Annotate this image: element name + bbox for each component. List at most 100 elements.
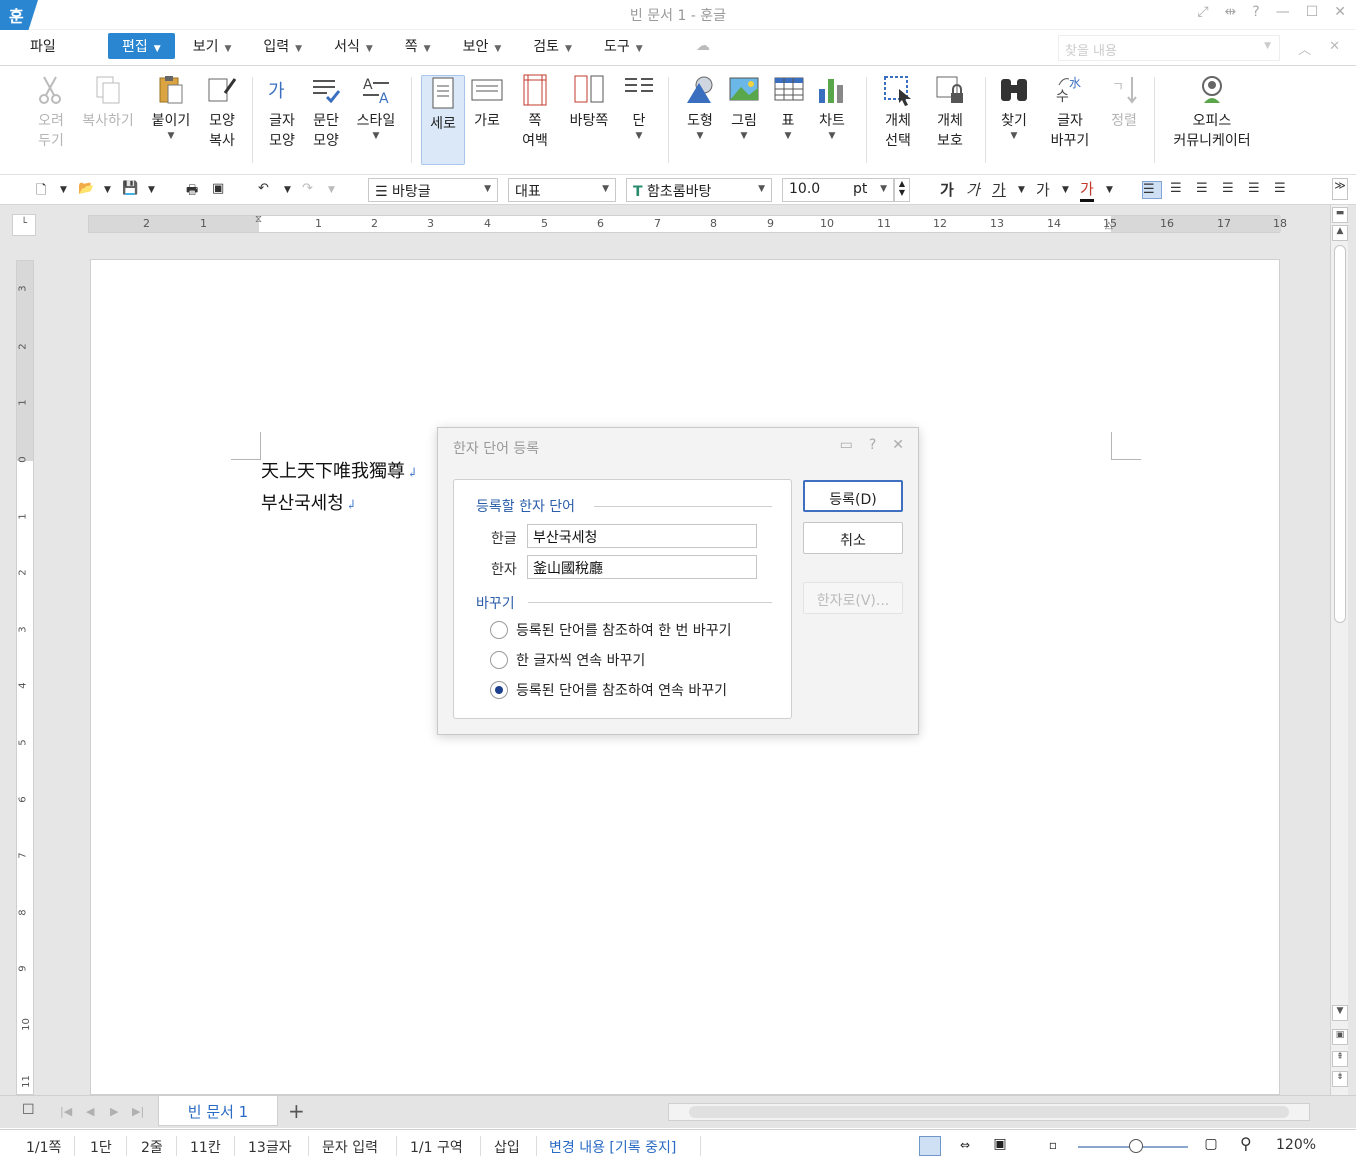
status-page[interactable]: 1/1쪽 (26, 1137, 61, 1157)
next-tab-icon[interactable]: ▶ (110, 1105, 118, 1118)
tab-document[interactable]: 빈 문서 1 (158, 1096, 278, 1126)
close-icon[interactable]: ✕ (1334, 4, 1346, 20)
prev-tab-icon[interactable]: ◀ (86, 1105, 94, 1118)
chevron-down-icon[interactable]: ▼ (328, 185, 335, 195)
close-icon[interactable]: ✕ (892, 437, 904, 453)
fit-width-icon[interactable]: ⇔ (954, 1136, 976, 1156)
maximize-icon[interactable]: ☐ (1306, 4, 1319, 20)
horizontal-ruler[interactable]: 2 1 1 2 3 4 5 6 7 8 9 10 11 12 13 14 15 … (88, 214, 1287, 233)
prev-page-icon[interactable]: ⇞ (1332, 1051, 1348, 1067)
chart-button[interactable]: 차트 ▼ (814, 73, 850, 141)
fullscreen-icon[interactable]: ⤢ (1197, 4, 1208, 20)
minimize-icon[interactable]: — (1276, 4, 1290, 20)
office-communicator-button[interactable]: 오피스 커뮤니케이터 (1168, 73, 1256, 151)
magnifier-icon[interactable]: ⚲ (1240, 1134, 1252, 1153)
save-icon[interactable]: 💾 (122, 181, 138, 196)
font-size-spinner[interactable]: ▲ ▼ (894, 178, 910, 202)
horizontal-scrollbar[interactable] (668, 1103, 1310, 1121)
picture-button[interactable]: 그림 ▼ (726, 73, 762, 141)
menu-page[interactable]: 쪽 ▼ (391, 33, 445, 59)
style-button[interactable]: AA 스타일 ▼ (354, 73, 398, 141)
center-align-icon[interactable]: ☰ (1196, 181, 1216, 199)
scroll-split-icon[interactable]: ▬ (1332, 207, 1348, 223)
font-select[interactable]: T 함초롬바탕 ▼ (626, 178, 772, 202)
menu-file[interactable]: 파일 (30, 36, 56, 56)
scroll-down-icon[interactable]: ▼ (1332, 1005, 1348, 1021)
hanja-input[interactable]: 釜山國稅廳 (527, 555, 757, 579)
help-icon[interactable]: ? (1252, 4, 1259, 20)
replace-option[interactable]: 한 글자씩 연속 바꾸기 (490, 650, 645, 670)
zoom-out-icon[interactable]: ▫ (1042, 1136, 1064, 1156)
underline-button[interactable]: 가 (992, 179, 1006, 200)
strike-button[interactable]: 가 (1036, 179, 1050, 200)
first-tab-icon[interactable]: |◀ (60, 1105, 72, 1118)
print-icon[interactable]: 🖶 (186, 181, 198, 203)
replace-option[interactable]: 등록된 단어를 참조하여 한 번 바꾸기 (490, 620, 731, 640)
zoom-slider-knob[interactable] (1129, 1139, 1143, 1153)
chevron-down-icon[interactable]: ▼ (148, 131, 194, 141)
chevron-down-icon[interactable]: ▼ (682, 131, 718, 141)
chevron-down-icon[interactable]: ▼ (1018, 185, 1025, 195)
chevron-down-icon[interactable]: ▼ (284, 185, 291, 195)
copy-button[interactable]: 복사하기 (78, 73, 138, 131)
chevron-down-icon[interactable]: ▼ (996, 131, 1032, 141)
add-tab-button[interactable]: + (288, 1099, 305, 1123)
right-indent-marker-icon[interactable]: △ (1105, 220, 1113, 231)
chevron-down-icon[interactable]: ▼ (1106, 185, 1113, 195)
style-select[interactable]: ☰ 바탕글 ▼ (368, 178, 498, 202)
preview-icon[interactable]: ▣ (212, 181, 224, 196)
font-color-button[interactable]: 가 (1080, 178, 1094, 202)
to-hanja-button[interactable]: 한자로(V)... (803, 582, 903, 614)
last-tab-icon[interactable]: ▶| (132, 1105, 144, 1118)
master-page-button[interactable]: 바탕쪽 (566, 73, 612, 131)
chevron-down-icon[interactable]: ▼ (622, 131, 656, 141)
undo-icon[interactable]: ↶ (258, 181, 269, 196)
menu-view[interactable]: 보기 ▼ (179, 33, 246, 59)
chevron-down-icon[interactable]: ▼ (60, 185, 67, 195)
next-page-icon[interactable]: ⇟ (1332, 1071, 1348, 1087)
protect-object-button[interactable]: 개체 보호 (930, 73, 970, 151)
menu-edit[interactable]: 편집 ▼ (108, 33, 175, 59)
redo-icon[interactable]: ↷ (302, 181, 313, 196)
scroll-up-icon[interactable]: ▲ (1332, 225, 1348, 241)
indent-marker-icon[interactable]: ⧖ (255, 214, 262, 225)
split-icon[interactable]: ⇹ (1225, 4, 1237, 20)
chevron-down-icon[interactable]: ▼ (772, 131, 804, 141)
page-view-icon[interactable] (919, 1136, 941, 1156)
chevron-down-icon[interactable]: ▼ (814, 131, 850, 141)
select-object-button[interactable]: 개체 선택 (878, 73, 918, 151)
page-view-icon[interactable]: ▣ (1332, 1029, 1348, 1045)
radio-button-selected[interactable] (490, 681, 508, 699)
vertical-page-button[interactable]: 세로 (421, 75, 465, 165)
doc-line[interactable]: 天上天下唯我獨尊 ↲ (261, 457, 418, 483)
register-button[interactable]: 등록(D) (803, 480, 903, 512)
font-size-input[interactable]: 10.0 pt ▼ (782, 178, 894, 202)
language-select[interactable]: 대표 ▼ (508, 178, 616, 202)
toolbar-expand-icon[interactable]: ≫ (1332, 178, 1348, 200)
distribute-align-icon[interactable]: ☰ (1248, 181, 1268, 199)
status-track-changes[interactable]: 변경 내용 [기록 중지] (549, 1137, 676, 1157)
cut-button[interactable]: 오려 두기 (34, 73, 68, 151)
format-copy-button[interactable]: 모양 복사 (203, 73, 241, 151)
tab-stop-icon[interactable]: └ (12, 214, 36, 236)
shape-button[interactable]: 도형 ▼ (682, 73, 718, 141)
chevron-down-icon[interactable]: ▼ (354, 131, 398, 141)
cloud-icon[interactable]: ☁ (696, 38, 710, 54)
vertical-ruler[interactable]: 3 2 1 0 1 2 3 4 5 6 7 8 9 10 11 (16, 260, 34, 1095)
comment-icon[interactable]: ▭ (840, 437, 853, 453)
vertical-scrollbar[interactable]: ▬ ▲ ▼ ▣ ⇞ ⇟ (1330, 205, 1348, 1095)
justify-align-icon[interactable]: ☰ (1142, 181, 1162, 199)
zoom-in-icon[interactable]: ▢ (1200, 1136, 1222, 1156)
bold-button[interactable]: 가 (940, 179, 954, 200)
status-input-mode[interactable]: 문자 입력 (322, 1137, 378, 1157)
menu-review[interactable]: 검토 ▼ (519, 33, 586, 59)
find-input[interactable]: 찾을 내용 ▼ (1058, 35, 1280, 61)
tab-list-icon[interactable]: ☐ (22, 1102, 35, 1118)
radio-button[interactable] (490, 651, 508, 669)
full-page-icon[interactable]: ▣ (989, 1136, 1011, 1156)
replace-option[interactable]: 등록된 단어를 참조하여 연속 바꾸기 (490, 680, 727, 700)
collapse-ribbon-icon[interactable]: ︿ (1298, 39, 1311, 58)
horizontal-page-button[interactable]: 가로 (470, 73, 504, 131)
left-align-icon[interactable]: ☰ (1170, 181, 1190, 199)
status-zoom[interactable]: 120% (1276, 1137, 1316, 1153)
